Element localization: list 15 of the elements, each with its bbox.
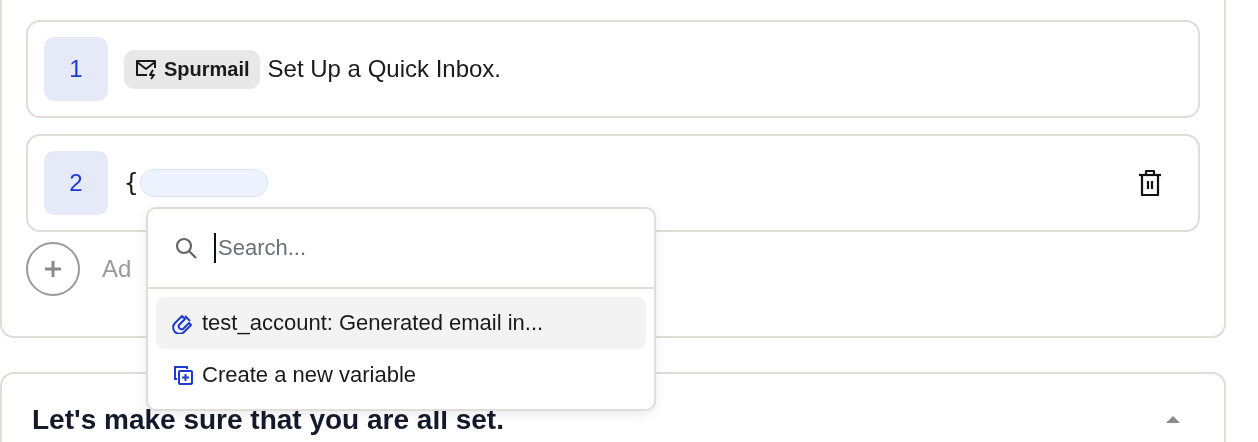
step-text: Set Up a Quick Inbox. [267, 55, 502, 83]
trash-icon[interactable] [1138, 168, 1162, 198]
mail-bolt-icon [134, 58, 158, 80]
step-number: 2 [44, 151, 108, 215]
dropdown-option[interactable]: test_account: Generated email in... [156, 297, 646, 349]
search-icon [174, 236, 198, 260]
dropdown-option[interactable]: Create a new variable [156, 349, 646, 401]
caret-icon[interactable] [1166, 414, 1180, 424]
copy-plus-icon [172, 364, 194, 386]
magnet-icon [172, 312, 194, 334]
plus-icon [43, 259, 63, 279]
step-number: 1 [44, 37, 108, 101]
step-text: { [124, 169, 139, 197]
add-step-button[interactable] [26, 242, 80, 296]
integration-tag: Spurmail [124, 49, 260, 89]
